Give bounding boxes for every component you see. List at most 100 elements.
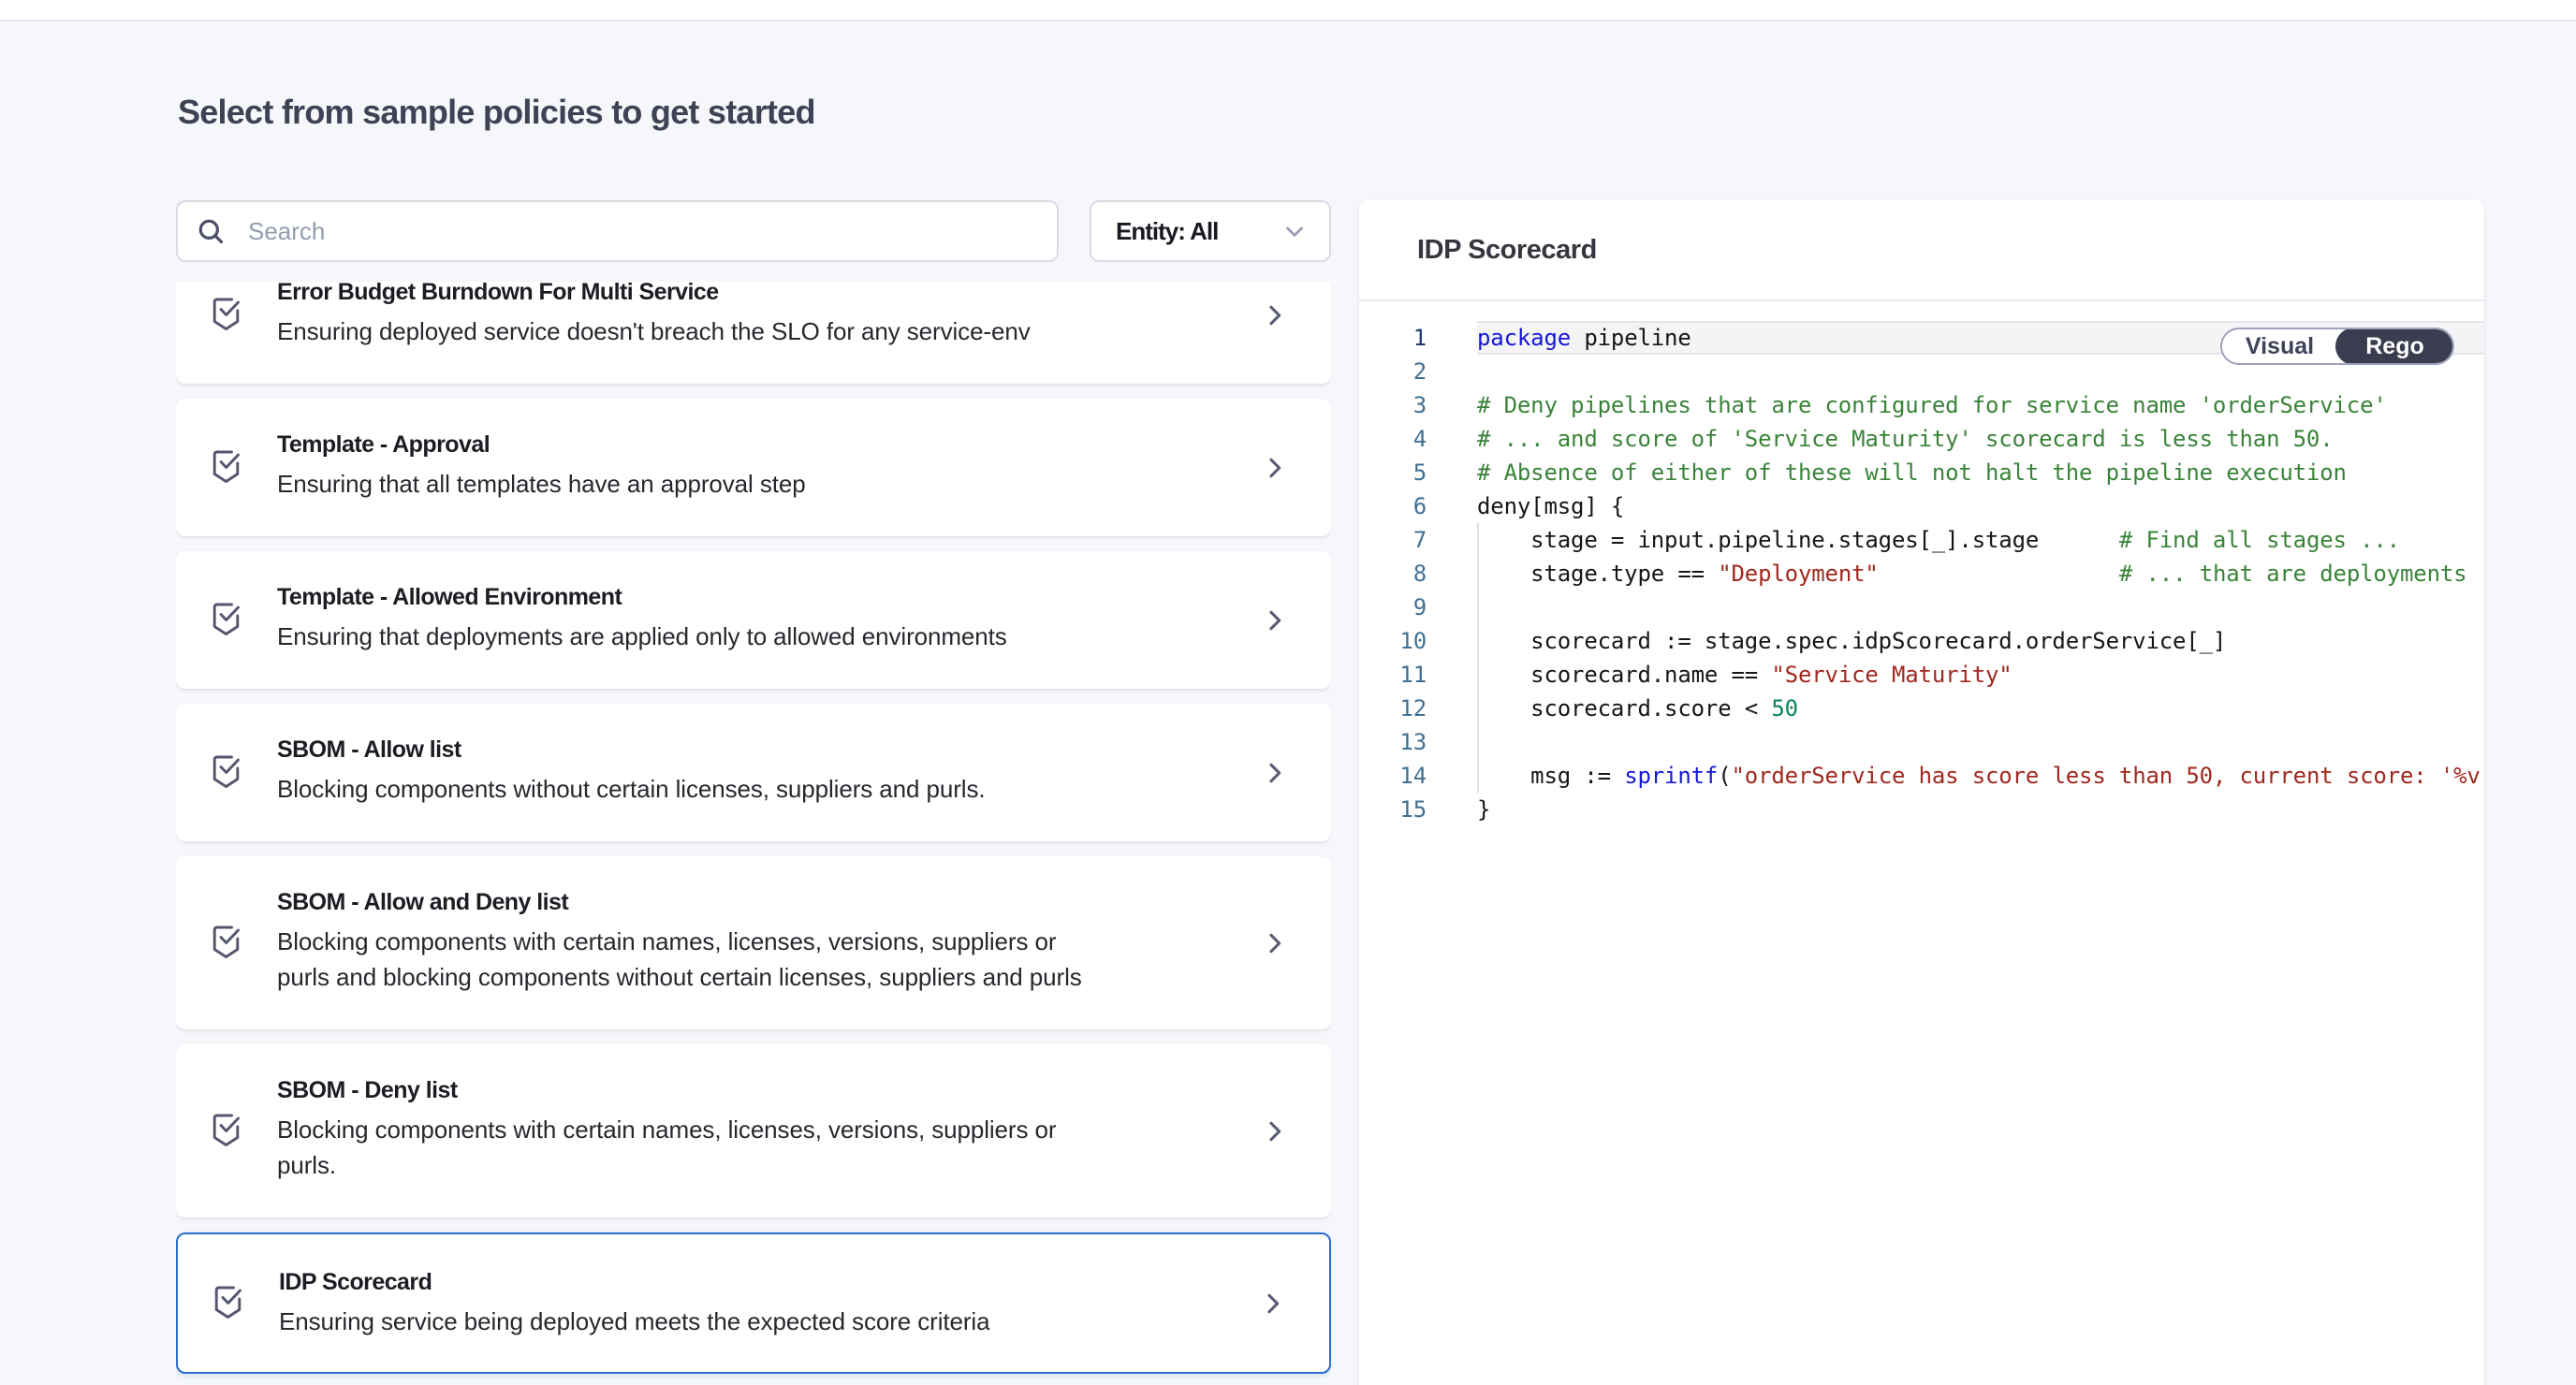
line-number: 8: [1359, 557, 1427, 590]
policy-list: Error Budget Burndown For Multi Service …: [176, 282, 1331, 1374]
shield-check-icon: [212, 1285, 243, 1322]
line-text: scorecard.name == "Service Maturity": [1427, 658, 2484, 692]
chevron-right-icon[interactable]: [1262, 930, 1288, 956]
code-line: 12 scorecard.score < 50: [1359, 692, 2484, 725]
policy-card-texts: Template - Allowed Environment Ensuring …: [277, 551, 1262, 654]
line-number: 12: [1359, 692, 1427, 725]
code-line: 9: [1359, 590, 2484, 624]
policy-card-description: Ensuring deployed service doesn't breach…: [277, 313, 1082, 349]
policy-card-texts: Template - Approval Ensuring that all te…: [277, 399, 1262, 502]
line-text: stage.type == "Deployment" # ... that ar…: [1427, 557, 2484, 590]
shield-check-icon: [211, 1113, 242, 1150]
search-input[interactable]: [248, 203, 1042, 259]
code-line: 13: [1359, 725, 2484, 759]
policy-card-title: Template - Approval: [277, 429, 1262, 460]
shield-check-icon: [211, 602, 242, 639]
code-line: 10 scorecard := stage.spec.idpScorecard.…: [1359, 624, 2484, 658]
code-editor[interactable]: 1 package pipeline 2 3 # Deny pipelines …: [1359, 321, 2484, 826]
policy-detail-panel: IDP Scorecard 1 package pipeline 2 3 # D…: [1359, 200, 2484, 1385]
line-number: 3: [1359, 388, 1427, 422]
code-line: 3 # Deny pipelines that are configured f…: [1359, 388, 2484, 422]
visual-tab[interactable]: Visual: [2222, 329, 2337, 363]
code-line: 4 # ... and score of 'Service Maturity' …: [1359, 422, 2484, 456]
line-text: # ... and score of 'Service Maturity' sc…: [1427, 422, 2484, 456]
shield-check-icon: [211, 925, 242, 962]
code-line: 7 stage = input.pipeline.stages[_].stage…: [1359, 523, 2484, 557]
shield-check-icon: [211, 449, 242, 487]
line-text: }: [1427, 793, 2484, 826]
detail-title: IDP Scorecard: [1417, 235, 1597, 266]
line-text: [1427, 590, 2484, 624]
code-line: 5 # Absence of either of these will not …: [1359, 456, 2484, 489]
line-number: 5: [1359, 456, 1427, 489]
chevron-right-icon[interactable]: [1262, 607, 1288, 634]
policy-card-title: IDP Scorecard: [279, 1266, 1260, 1298]
policy-card-texts: SBOM - Deny list Blocking components wit…: [277, 1044, 1262, 1183]
code-line: 8 stage.type == "Deployment" # ... that …: [1359, 557, 2484, 590]
line-number: 1: [1359, 321, 1427, 355]
rego-tab[interactable]: Rego: [2335, 328, 2454, 365]
policy-card-description: Ensuring that deployments are applied on…: [277, 619, 1082, 654]
policy-card-sbom-deny-list[interactable]: SBOM - Deny list Blocking components wit…: [176, 1044, 1331, 1217]
line-number: 2: [1359, 355, 1427, 388]
policy-list-viewport: Error Budget Burndown For Multi Service …: [176, 282, 1331, 1385]
policy-card-description: Blocking components with certain names, …: [277, 1112, 1082, 1183]
code-line: 15 }: [1359, 793, 2484, 826]
line-number: 6: [1359, 489, 1427, 523]
policy-card-template-approval[interactable]: Template - Approval Ensuring that all te…: [176, 399, 1331, 536]
line-number: 4: [1359, 422, 1427, 456]
code-line: 11 scorecard.name == "Service Maturity": [1359, 658, 2484, 692]
line-number: 10: [1359, 624, 1427, 658]
search-box[interactable]: [176, 200, 1059, 262]
policy-card-description: Blocking components without certain lice…: [277, 771, 1082, 807]
shield-check-icon: [211, 754, 242, 792]
chevron-right-icon[interactable]: [1262, 1118, 1288, 1144]
line-text: # Deny pipelines that are configured for…: [1427, 388, 2484, 422]
line-number: 15: [1359, 793, 1427, 826]
line-text: [1427, 725, 2484, 759]
page-title: Select from sample policies to get start…: [178, 93, 815, 132]
search-icon: [195, 215, 227, 248]
policy-card-description: Ensuring service being deployed meets th…: [279, 1304, 1084, 1339]
line-number: 13: [1359, 725, 1427, 759]
line-text: msg := sprintf("orderService has score l…: [1427, 759, 2484, 793]
policy-card-texts: IDP Scorecard Ensuring service being dep…: [279, 1234, 1260, 1339]
code-lines: 1 package pipeline 2 3 # Deny pipelines …: [1359, 321, 2484, 826]
policy-card-title: SBOM - Deny list: [277, 1074, 1262, 1106]
line-text: scorecard := stage.spec.idpScorecard.ord…: [1427, 624, 2484, 658]
line-text: # Absence of either of these will not ha…: [1427, 456, 2484, 489]
policy-card-description: Blocking components with certain names, …: [277, 924, 1082, 995]
chevron-right-icon[interactable]: [1260, 1290, 1286, 1317]
policy-card-title: Template - Allowed Environment: [277, 581, 1262, 613]
line-number: 7: [1359, 523, 1427, 557]
policy-card-template-allowed-environment[interactable]: Template - Allowed Environment Ensuring …: [176, 551, 1331, 689]
chevron-down-icon: [1281, 217, 1309, 245]
policy-card-sbom-allow-list[interactable]: SBOM - Allow list Blocking components wi…: [176, 704, 1331, 841]
policy-card-texts: Error Budget Burndown For Multi Service …: [277, 282, 1262, 349]
policy-card-title: SBOM - Allow list: [277, 734, 1262, 765]
line-text: stage = input.pipeline.stages[_].stage #…: [1427, 523, 2484, 557]
line-text: deny[msg] {: [1427, 489, 2484, 523]
detail-header: IDP Scorecard: [1359, 200, 2484, 301]
shield-check-icon: [211, 297, 242, 334]
policy-card-error-budget-burndown-for-multi-service[interactable]: Error Budget Burndown For Multi Service …: [176, 282, 1331, 384]
code-line: 6 deny[msg] {: [1359, 489, 2484, 523]
policy-card-description: Ensuring that all templates have an appr…: [277, 466, 1082, 502]
entity-filter-select[interactable]: Entity: All: [1090, 200, 1331, 262]
policy-card-idp-scorecard[interactable]: IDP Scorecard Ensuring service being dep…: [176, 1232, 1331, 1374]
policy-card-title: Error Budget Burndown For Multi Service: [277, 282, 1262, 308]
policy-card-texts: SBOM - Allow and Deny list Blocking comp…: [277, 856, 1262, 995]
editor-mode-toggle: Visual Rego: [2220, 328, 2454, 365]
code-line: 14 msg := sprintf("orderService has scor…: [1359, 759, 2484, 793]
top-bar: [0, 0, 2576, 22]
policy-card-texts: SBOM - Allow list Blocking components wi…: [277, 704, 1262, 807]
chevron-right-icon[interactable]: [1262, 455, 1288, 481]
line-number: 11: [1359, 658, 1427, 692]
line-number: 9: [1359, 590, 1427, 624]
entity-filter-label: Entity: All: [1116, 217, 1218, 246]
policy-card-sbom-allow-and-deny-list[interactable]: SBOM - Allow and Deny list Blocking comp…: [176, 856, 1331, 1029]
chevron-right-icon[interactable]: [1262, 760, 1288, 786]
chevron-right-icon[interactable]: [1262, 302, 1288, 328]
line-number: 14: [1359, 759, 1427, 793]
line-text: scorecard.score < 50: [1427, 692, 2484, 725]
